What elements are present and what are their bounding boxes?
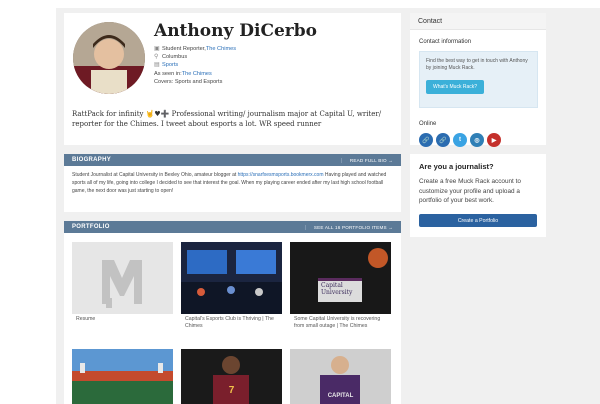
biography-text-a: Student Journalist at Capital University… <box>72 172 238 178</box>
football-thumbnail: CAPITAL <box>290 349 391 404</box>
esports-thumbnail <box>181 242 282 314</box>
outlet-link[interactable]: The Chimes <box>206 45 236 53</box>
capital-university-logo-text: Capital University <box>321 282 353 296</box>
profile-role: Student Reporter, <box>162 46 206 52</box>
create-portfolio-button[interactable]: Create a Portfolio <box>419 214 537 227</box>
profile-name: Anthony DiCerbo <box>154 21 317 41</box>
beat-link[interactable]: Sports <box>162 61 178 69</box>
biography-title: BIOGRAPHY <box>72 157 112 163</box>
biography-section: BIOGRAPHY READ FULL BIO → Student Journa… <box>64 154 401 212</box>
whats-muck-rack-button[interactable]: What's Muck Rack? <box>426 80 485 94</box>
portfolio-caption: Resume <box>76 316 96 322</box>
profile-meta: ▣ Student Reporter, The Chimes ⚲ Columbus … <box>154 45 394 86</box>
portfolio-item-football[interactable]: CAPITAL <box>290 349 391 404</box>
biography-header: BIOGRAPHY READ FULL BIO → <box>64 154 401 166</box>
basketball-thumbnail: 7 <box>181 349 282 404</box>
profile-location: Columbus <box>162 54 188 61</box>
portfolio-title: PORTFOLIO <box>72 224 110 230</box>
portfolio-caption: Some Capital University is recovering fr… <box>294 316 381 329</box>
portfolio-item-stadium[interactable] <box>72 349 173 404</box>
avatar <box>73 22 145 94</box>
stadium-thumbnail <box>72 349 173 404</box>
seen-in-label: As seen in: <box>154 70 182 77</box>
social-links: 🔗 🔗 t ◎ ▶ <box>419 133 501 147</box>
profile-covers: Covers: Sports and Esports <box>154 78 223 85</box>
resume-thumbnail <box>72 242 173 314</box>
tag-icon: ▤ <box>154 62 160 69</box>
journalist-text: Create a free Muck Rack account to custo… <box>419 178 521 204</box>
contact-info-box: Find the best way to get in touch with A… <box>419 51 538 108</box>
journalist-title: Are you a journalist? <box>419 162 494 171</box>
profile-card: Anthony DiCerbo ▣ Student Reporter, The C… <box>64 13 401 145</box>
contact-info-title: Contact information <box>419 39 472 45</box>
instagram-icon[interactable]: ◎ <box>470 133 484 147</box>
portfolio-caption: Capital's Esports Club is Thriving | The… <box>185 316 274 329</box>
seen-in-link[interactable]: The Chimes <box>182 70 212 78</box>
portfolio-header: PORTFOLIO SEE ALL 16 PORTFOLIO ITEMS → <box>64 221 401 233</box>
profile-bio: RattPack for infinity 🤘♥➕ Professional w… <box>72 110 382 128</box>
link-icon[interactable]: 🔗 <box>419 133 433 147</box>
journalist-card: Are you a journalist? Create a free Muck… <box>410 154 546 237</box>
portfolio-item-outage[interactable]: Capital University Some Capital Universi… <box>290 242 391 332</box>
contact-header: Contact <box>410 13 546 30</box>
biography-text: Student Journalist at Capital University… <box>64 166 401 201</box>
contact-info-text: Find the best way to get in touch with A… <box>426 58 528 71</box>
portfolio-item-basketball[interactable]: 7 <box>181 349 282 404</box>
portfolio-item-esports[interactable]: Capital's Esports Club is Thriving | The… <box>181 242 282 332</box>
capital-thumbnail: Capital University <box>290 242 391 314</box>
twitter-icon[interactable]: t <box>453 133 467 147</box>
online-label: Online <box>419 121 437 127</box>
blog-link[interactable]: https://snarfxesmsports.bookmerx.com <box>238 172 324 178</box>
location-pin-icon: ⚲ <box>154 54 159 61</box>
briefcase-icon: ▣ <box>154 46 160 52</box>
jersey-text: CAPITAL <box>327 393 354 399</box>
youtube-icon[interactable]: ▶ <box>487 133 501 147</box>
see-all-portfolio-link[interactable]: SEE ALL 16 PORTFOLIO ITEMS → <box>304 224 393 230</box>
portfolio-item-resume[interactable]: Resume <box>72 242 173 325</box>
portfolio-section: PORTFOLIO SEE ALL 16 PORTFOLIO ITEMS → R… <box>64 221 401 404</box>
link-icon[interactable]: 🔗 <box>436 133 450 147</box>
contact-card: Contact Contact information Find the bes… <box>410 13 546 147</box>
jersey-number: 7 <box>228 385 235 396</box>
read-full-bio-link[interactable]: READ FULL BIO → <box>340 157 393 163</box>
